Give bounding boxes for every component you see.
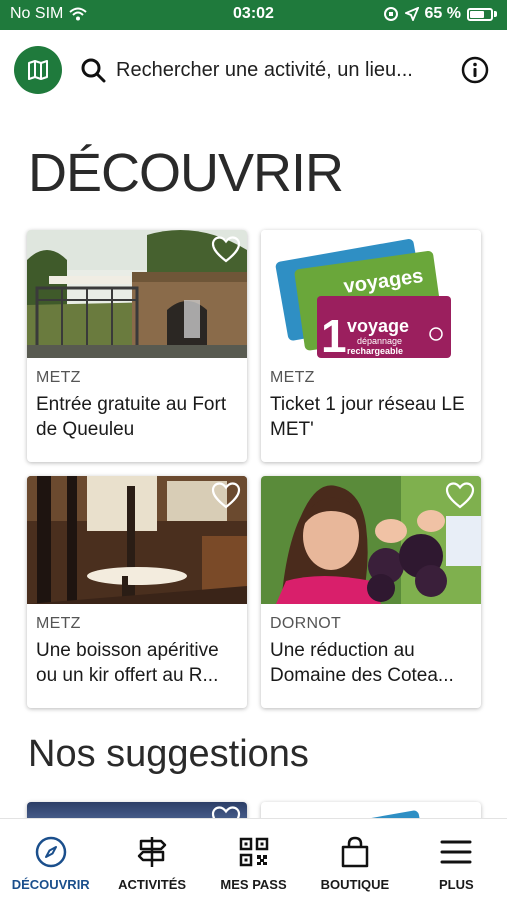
map-icon — [28, 60, 48, 80]
tab-label: BOUTIQUE — [320, 877, 390, 892]
favorite-heart-icon[interactable] — [211, 236, 241, 263]
card-city: METZ — [36, 615, 81, 632]
offer-card[interactable]: METZ Une boisson apéritive ou un kir off… — [27, 476, 247, 708]
card-city: DORNOT — [270, 615, 342, 632]
favorite-heart-icon[interactable] — [445, 482, 475, 509]
map-button[interactable] — [14, 46, 62, 94]
tab-boutique[interactable]: BOUTIQUE — [304, 819, 405, 900]
big-number-text: 1 — [321, 310, 347, 358]
compass-icon — [35, 836, 66, 868]
tab-plus[interactable]: PLUS — [406, 819, 507, 900]
tab-activites[interactable]: ACTIVITÉS — [101, 819, 202, 900]
status-bar: No SIM 03:02 65 % — [0, 0, 507, 30]
battery-icon — [467, 7, 493, 21]
tab-label: PLUS — [438, 877, 474, 892]
rotation-lock-icon — [383, 7, 398, 21]
offer-card[interactable]: DORNOT Une réduction au Domaine des Cote… — [261, 476, 481, 708]
favorite-heart-icon[interactable] — [211, 482, 241, 509]
info-icon[interactable] — [461, 56, 489, 84]
card-image-tickets: voyages 1 voyage dépannage rechargeable — [261, 230, 481, 358]
depannage-text: dépannage — [357, 336, 402, 346]
card-title: Entrée gratuite au Fort de Queuleu — [36, 394, 227, 440]
tab-decouvrir[interactable]: DÉCOUVRIR — [0, 819, 101, 900]
location-arrow-icon — [404, 7, 419, 21]
card-city: METZ — [270, 369, 315, 386]
rechargeable-text: rechargeable — [347, 346, 403, 356]
suggestions-title: Nos suggestions — [28, 733, 309, 775]
app-header: Rechercher une activité, un lieu... — [0, 40, 507, 100]
search-bar[interactable]: Rechercher une activité, un lieu... — [80, 54, 440, 86]
card-title: Ticket 1 jour réseau LE MET' — [270, 394, 465, 440]
search-icon — [81, 58, 106, 83]
menu-icon — [440, 840, 472, 864]
card-title: Une réduction au Domaine des Cotea... — [270, 640, 454, 686]
discover-title: DÉCOUVRIR — [28, 143, 344, 203]
battery-percent: 65 % — [424, 5, 461, 22]
signpost-icon — [137, 837, 167, 867]
card-city: METZ — [36, 369, 81, 386]
qr-code-icon — [239, 837, 268, 867]
voyage-text: voyage — [347, 316, 409, 336]
battery-tip — [494, 11, 497, 17]
tab-label: ACTIVITÉS — [118, 877, 187, 892]
tab-label: MES PASS — [220, 877, 287, 892]
search-input[interactable]: Rechercher une activité, un lieu... — [116, 59, 413, 82]
offer-card[interactable]: voyages 1 voyage dépannage rechargeable … — [261, 230, 481, 462]
bottom-tab-bar: DÉCOUVRIR ACTIVITÉS MES PASS BOUTIQUE PL… — [0, 818, 507, 900]
shopping-bag-icon — [341, 836, 369, 868]
tab-label: DÉCOUVRIR — [11, 877, 90, 892]
offer-card[interactable]: METZ Entrée gratuite au Fort de Queuleu — [27, 230, 247, 462]
card-title: Une boisson apéritive ou un kir offert a… — [36, 640, 219, 686]
tab-mes-pass[interactable]: MES PASS — [203, 819, 304, 900]
